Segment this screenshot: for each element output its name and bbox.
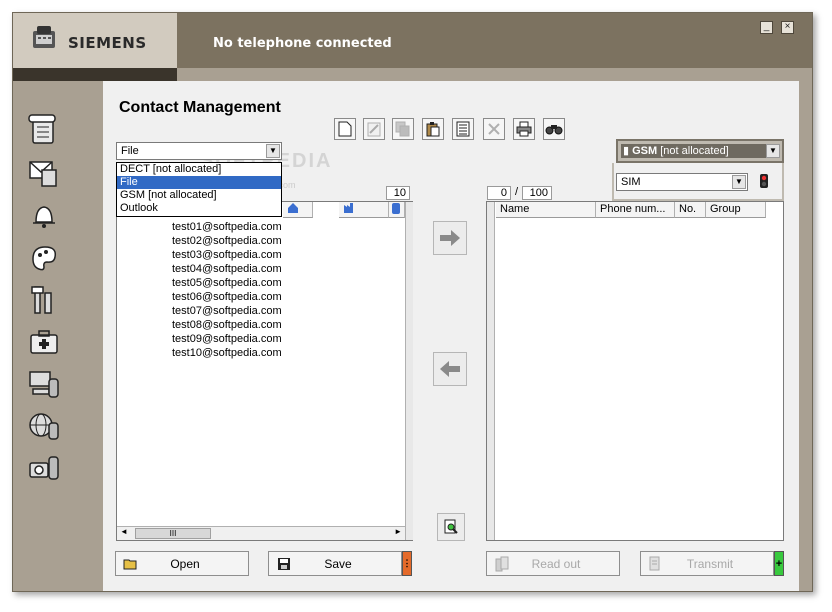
transmit-button[interactable]: Transmit: [640, 551, 774, 576]
list-item[interactable]: test10@softpedia.com: [172, 346, 282, 360]
home-icon: [288, 203, 298, 213]
source-select[interactable]: File ▼: [116, 142, 282, 160]
list-item[interactable]: test05@softpedia.com: [172, 276, 282, 290]
factory-icon: [344, 203, 353, 213]
column-header-name[interactable]: Name: [496, 202, 596, 218]
transfer-right-button[interactable]: [433, 221, 467, 255]
arrow-left-icon: [440, 361, 460, 377]
scroll-right-arrow[interactable]: ►: [394, 527, 402, 536]
read-out-label: Read out: [531, 556, 581, 571]
list-item[interactable]: test07@softpedia.com: [172, 304, 282, 318]
save-button[interactable]: Save: [268, 551, 402, 576]
column-header-work[interactable]: [339, 202, 389, 218]
storage-select[interactable]: SIM ▼: [616, 173, 748, 191]
open-button[interactable]: Open: [115, 551, 249, 576]
page-title: Contact Management: [119, 99, 281, 116]
traffic-light-icon: [760, 174, 768, 188]
palette-icon[interactable]: [27, 241, 61, 275]
connection-status: No telephone connected: [213, 36, 392, 51]
right-count-current: 0: [487, 186, 511, 200]
list-item[interactable]: test09@softpedia.com: [172, 332, 282, 346]
left-vertical-scrollbar[interactable]: [405, 202, 413, 540]
read-out-button[interactable]: Read out: [486, 551, 620, 576]
internet-globe-icon[interactable]: [27, 409, 61, 443]
scroll-thumb[interactable]: III: [135, 528, 211, 539]
right-vertical-scrollbar[interactable]: [487, 202, 495, 540]
logo-area: SIEMENS: [13, 13, 177, 68]
column-header-group[interactable]: Group: [706, 202, 766, 218]
title-band: [13, 68, 177, 81]
column-header-mobile[interactable]: [389, 202, 405, 218]
phone-read-icon: [493, 556, 511, 572]
pc-connection-icon[interactable]: [27, 367, 61, 401]
find-icon[interactable]: [543, 118, 565, 140]
list-item[interactable]: test08@softpedia.com: [172, 318, 282, 332]
folder-open-icon: [122, 557, 140, 571]
message-icon[interactable]: [27, 156, 61, 190]
gsm-phone-icon: ▮: [623, 145, 630, 157]
list-item[interactable]: test02@softpedia.com: [172, 234, 282, 248]
paste-icon[interactable]: [422, 118, 444, 140]
camera-phone-icon[interactable]: [27, 451, 61, 485]
column-header-phone[interactable]: Phone num...: [596, 202, 675, 218]
delete-icon[interactable]: [483, 118, 505, 140]
left-list-rows: test01@softpedia.com test02@softpedia.co…: [116, 220, 406, 370]
list-icon[interactable]: [452, 118, 474, 140]
ringtone-bell-icon[interactable]: [27, 198, 61, 232]
scroll-left-arrow[interactable]: ◄: [120, 527, 128, 536]
transmit-options-tab[interactable]: +: [774, 551, 784, 576]
right-contact-list[interactable]: Name Phone num... No. Group: [486, 201, 784, 541]
print-icon[interactable]: [513, 118, 535, 140]
right-count-max: 100: [522, 186, 552, 200]
dropdown-option-selected[interactable]: File: [117, 176, 281, 189]
chevron-down-icon[interactable]: ▼: [266, 144, 280, 158]
count-separator: /: [515, 186, 519, 198]
edit-icon[interactable]: [363, 118, 385, 140]
new-icon[interactable]: [334, 118, 356, 140]
close-button[interactable]: ×: [781, 21, 794, 34]
open-label: Open: [170, 556, 200, 571]
brand-name: SIEMENS: [68, 34, 147, 52]
device-name: GSM: [632, 145, 658, 157]
list-item[interactable]: test03@softpedia.com: [172, 248, 282, 262]
storage-select-value: SIM: [621, 176, 641, 188]
search-document-icon: [444, 519, 458, 534]
copy-icon[interactable]: [392, 118, 414, 140]
transmit-label: Transmit: [686, 556, 734, 571]
phone-transmit-icon: [647, 556, 665, 572]
column-header-home[interactable]: [283, 202, 313, 218]
transfer-left-button[interactable]: [433, 352, 467, 386]
dropdown-option[interactable]: Outlook: [117, 202, 281, 215]
sidebar: [13, 81, 101, 591]
floppy-disk-icon: [275, 557, 293, 571]
preview-button[interactable]: [437, 513, 465, 541]
mobile-phone-icon: [392, 203, 400, 214]
chevron-icon: ⋮: [402, 558, 412, 568]
phone-logo-icon: [33, 26, 55, 48]
dropdown-option[interactable]: DECT [not allocated]: [117, 163, 281, 176]
tools-icon[interactable]: [27, 283, 61, 317]
source-dropdown-list: DECT [not allocated] File GSM [not alloc…: [116, 162, 282, 217]
phonebook-icon[interactable]: [27, 113, 61, 147]
dropdown-option[interactable]: GSM [not allocated]: [117, 189, 281, 202]
save-options-tab[interactable]: ⋮: [402, 551, 412, 576]
chevron-down-icon[interactable]: ▼: [766, 144, 780, 158]
arrow-right-icon: [440, 230, 460, 246]
chevron-down-icon[interactable]: ▼: [732, 175, 746, 189]
first-aid-kit-icon[interactable]: [27, 325, 61, 359]
left-count: 10: [386, 186, 410, 200]
device-select[interactable]: ▮ GSM [not allocated] ▼: [616, 139, 784, 163]
minimize-button[interactable]: _: [760, 21, 773, 34]
list-item[interactable]: test01@softpedia.com: [172, 220, 282, 234]
column-header-number[interactable]: No.: [675, 202, 706, 218]
list-item[interactable]: test06@softpedia.com: [172, 290, 282, 304]
source-select-value: File: [121, 145, 139, 157]
list-item[interactable]: test04@softpedia.com: [172, 262, 282, 276]
left-horizontal-scrollbar[interactable]: ◄ III ►: [117, 526, 405, 540]
device-status: [not allocated]: [660, 145, 729, 157]
title-bar: SIEMENS No telephone connected _ ×: [13, 13, 812, 68]
save-label: Save: [324, 556, 352, 571]
